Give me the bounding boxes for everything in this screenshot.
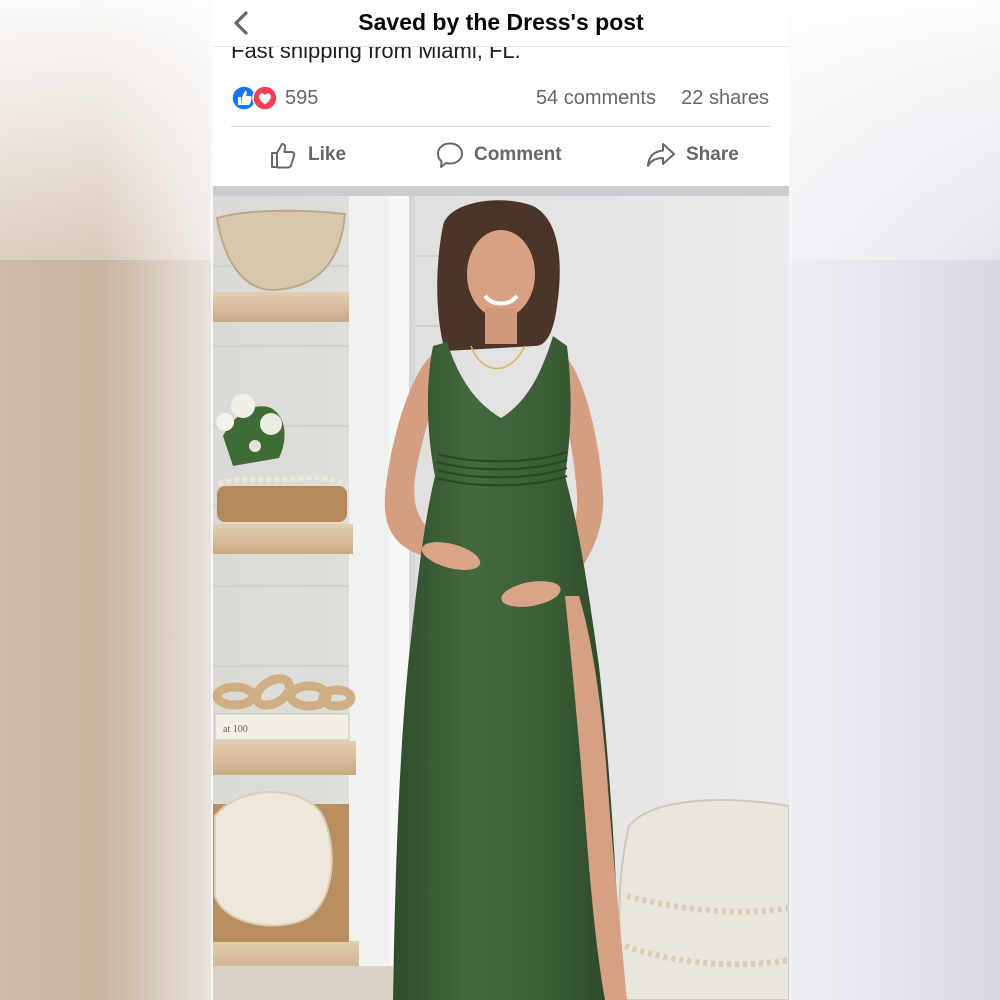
like-button[interactable]: Like	[269, 138, 346, 172]
comments-count[interactable]: 54 comments	[536, 87, 656, 110]
comment-button[interactable]: Comment	[435, 138, 562, 172]
comment-label: Comment	[474, 144, 562, 165]
thumbs-up-icon	[271, 143, 296, 169]
post-screen: Saved by the Dress's post Fast shipping …	[213, 0, 789, 1000]
reaction-stats: 595 54 comments 22 shares	[213, 78, 789, 118]
shares-count[interactable]: 22 shares	[681, 87, 769, 110]
shelf-post	[349, 196, 389, 966]
wooden-tray	[217, 486, 347, 522]
share-label: Share	[686, 144, 739, 165]
top-bar: Saved by the Dress's post	[213, 0, 789, 47]
book-spine-text: at 100	[223, 724, 248, 735]
page-title: Saved by the Dress's post	[358, 9, 644, 35]
like-label: Like	[308, 144, 347, 165]
reaction-icons[interactable]	[231, 85, 279, 111]
share-arrow-icon	[647, 143, 675, 167]
floor	[213, 966, 393, 1000]
shelf-2	[213, 524, 353, 554]
shelf-1	[213, 292, 349, 322]
divider	[231, 126, 771, 127]
knit-blanket	[214, 791, 333, 927]
post-photo[interactable]: at 100	[213, 196, 789, 1000]
speech-bubble-icon	[437, 142, 463, 168]
share-button[interactable]: Share	[645, 138, 739, 172]
love-reaction-icon	[252, 85, 278, 111]
shelf-3	[213, 741, 356, 775]
action-bar: Like Comment Share	[213, 130, 789, 180]
reaction-count[interactable]: 595	[285, 87, 318, 110]
section-separator	[213, 186, 789, 196]
woven-pouf	[618, 799, 789, 1000]
